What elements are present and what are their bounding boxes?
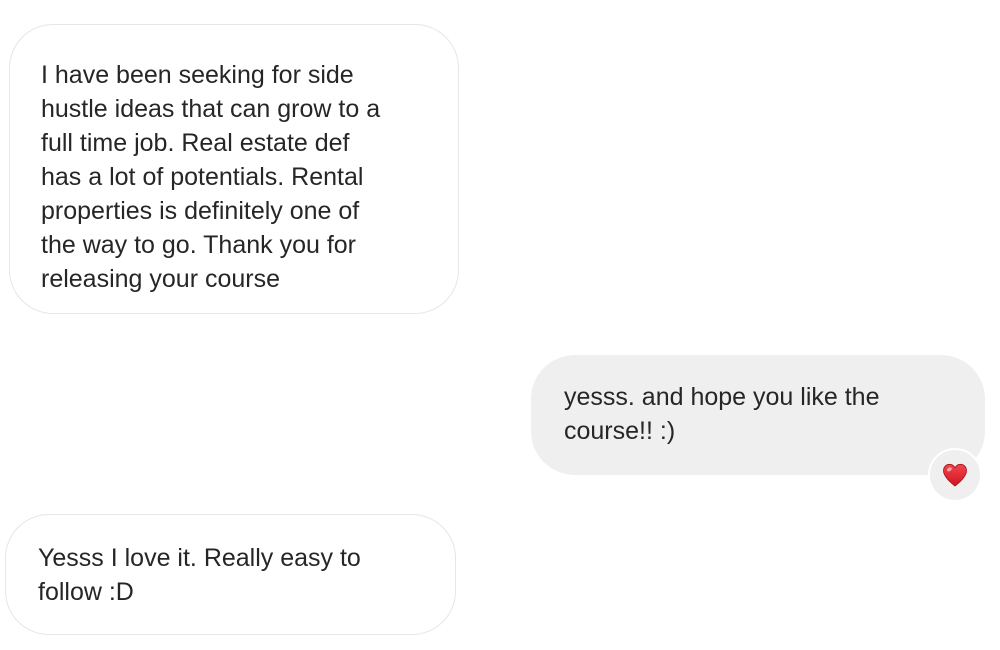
- incoming-message-bubble[interactable]: Yesss I love it. Really easy to follow :…: [5, 514, 456, 635]
- outgoing-message-bubble[interactable]: yesss. and hope you like the course!! :): [531, 355, 985, 475]
- reaction-badge[interactable]: [928, 448, 982, 502]
- heart-icon: [942, 463, 968, 487]
- incoming-message-bubble[interactable]: I have been seeking for side hustle idea…: [9, 24, 459, 314]
